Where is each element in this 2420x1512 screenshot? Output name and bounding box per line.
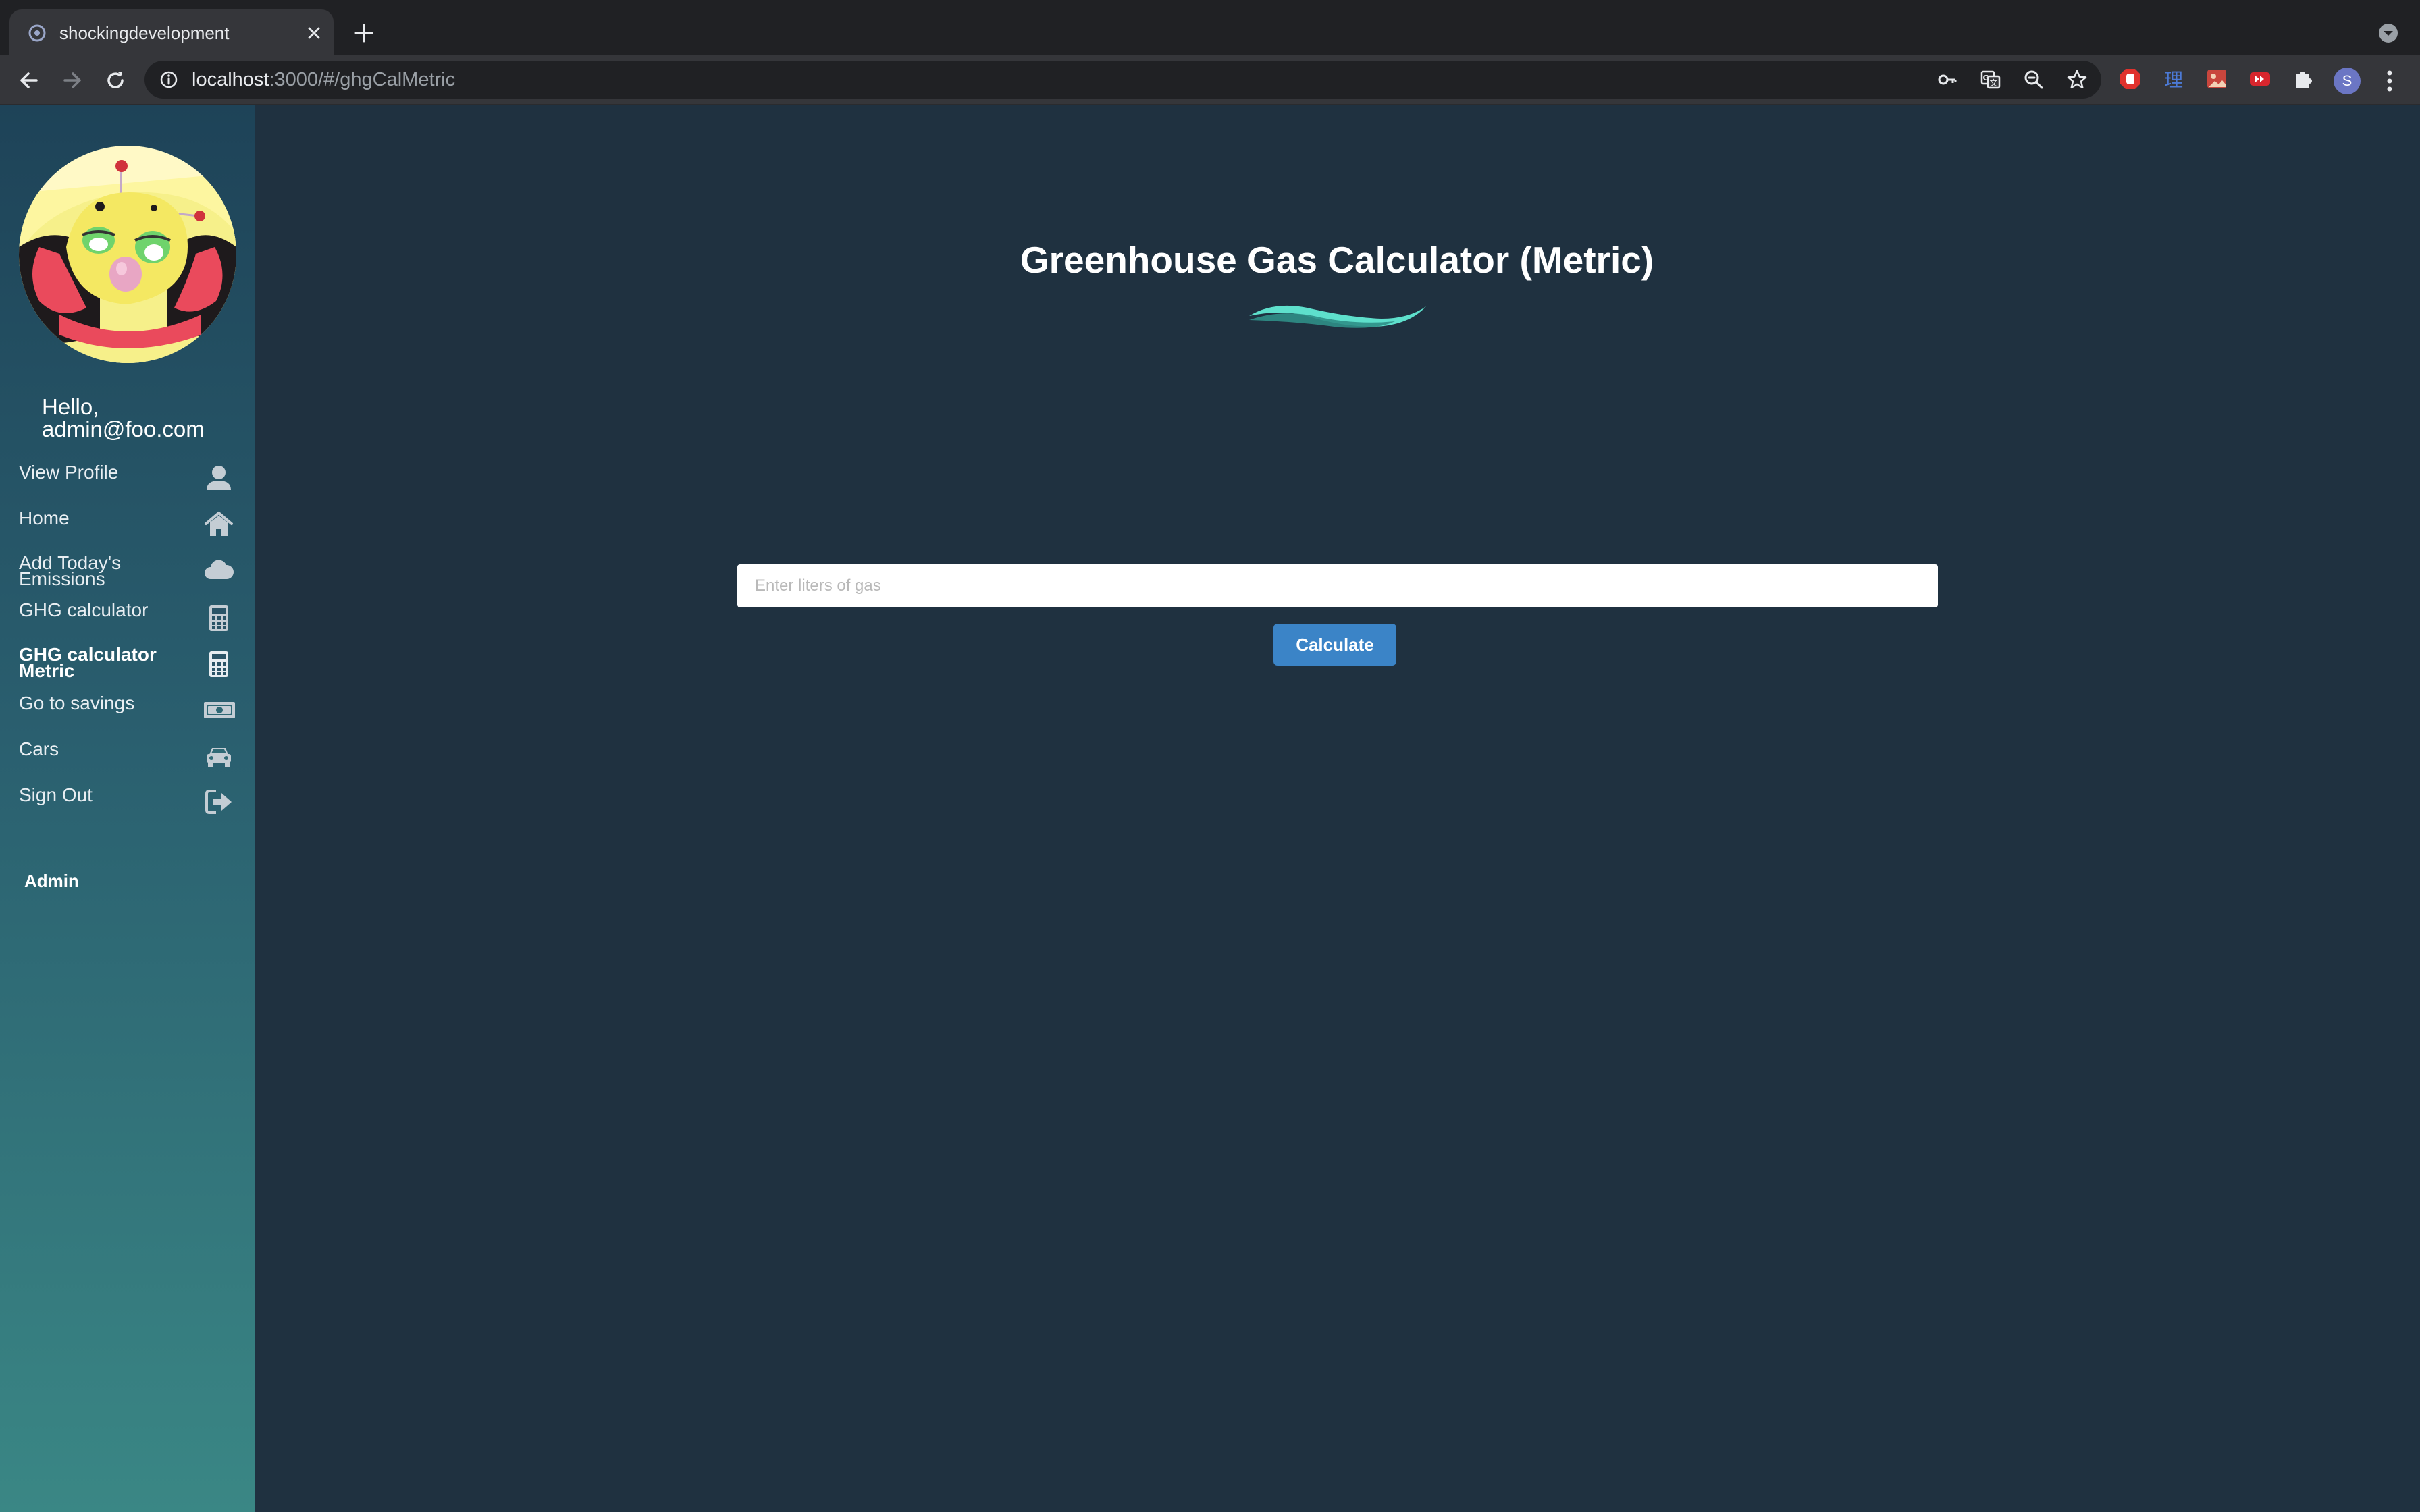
url-text: localhost:3000/#/ghgCalMetric bbox=[192, 68, 455, 91]
browser-tabstrip: shockingdevelopment bbox=[0, 0, 2420, 55]
sidebar-item-savings[interactable]: Go to savings bbox=[0, 686, 255, 729]
adblock-icon[interactable] bbox=[2119, 68, 2142, 90]
browser-tab[interactable]: shockingdevelopment bbox=[9, 9, 334, 55]
url-path: :3000/#/ghgCalMetric bbox=[269, 69, 456, 90]
sidebar-item-label-text: Cars bbox=[19, 738, 59, 759]
money-icon bbox=[204, 702, 235, 718]
sidebar-item-view-profile[interactable]: View Profile bbox=[0, 456, 255, 500]
sidebar-item-label: Sign Out bbox=[19, 784, 93, 805]
calculate-button[interactable]: Calculate bbox=[1273, 624, 1396, 666]
zoom-icon[interactable] bbox=[2023, 69, 2045, 90]
sidebar-item-label: Add Today's Emissions bbox=[19, 554, 121, 589]
sidebar-item-label-text: Sign Out bbox=[19, 784, 93, 805]
sidebar-item-label: Cars bbox=[19, 738, 59, 759]
sidebar-item-add-emissions[interactable]: Add Today's Emissions bbox=[0, 548, 255, 591]
sidebar-item-label-text: GHG calculator bbox=[19, 599, 149, 620]
key-icon[interactable] bbox=[1937, 69, 1958, 90]
translate-icon[interactable]: 文 G bbox=[1980, 69, 2001, 90]
sidebar-item-label-text-2: Metric bbox=[19, 660, 75, 681]
back-icon[interactable] bbox=[16, 68, 42, 93]
sidebar-item-label: GHG calculator Metric bbox=[19, 645, 157, 681]
cloud-icon bbox=[205, 560, 234, 579]
greeting-email: admin@foo.com bbox=[42, 416, 205, 441]
sidebar-item-ghg-calculator-metric[interactable]: GHG calculator Metric bbox=[0, 640, 255, 683]
calculator-icon bbox=[209, 605, 228, 631]
close-tab-icon[interactable] bbox=[304, 23, 324, 43]
liters-gas-input[interactable] bbox=[737, 564, 1938, 608]
sidebar-item-cars[interactable]: Cars bbox=[0, 732, 255, 775]
svg-text:文: 文 bbox=[1989, 78, 1997, 88]
profile-avatar[interactable]: S bbox=[2334, 68, 2361, 94]
calculator-icon bbox=[209, 651, 228, 677]
greeting: Hello, admin@foo.com bbox=[42, 396, 205, 440]
tab-search-icon[interactable] bbox=[2377, 22, 2400, 45]
photo-icon[interactable] bbox=[2205, 68, 2228, 90]
page-title: Greenhouse Gas Calculator (Metric) bbox=[1020, 239, 1654, 281]
new-tab-icon[interactable] bbox=[352, 22, 375, 45]
sidebar-item-label-text: View Profile bbox=[19, 462, 119, 483]
sidebar-item-label: Go to savings bbox=[19, 693, 135, 713]
kanji-icon[interactable]: 理 bbox=[2162, 68, 2185, 90]
puzzle-icon[interactable] bbox=[2292, 68, 2315, 90]
sign-out-icon bbox=[205, 790, 232, 814]
star-icon[interactable] bbox=[2066, 69, 2088, 90]
more-menu-icon[interactable] bbox=[2379, 68, 2400, 94]
browser-toolbar: localhost:3000/#/ghgCalMetric 文 G 理 S bbox=[0, 55, 2420, 105]
home-icon bbox=[205, 512, 233, 536]
svg-text:理: 理 bbox=[2164, 69, 2183, 90]
tab-title: shockingdevelopment bbox=[59, 23, 230, 43]
sidebar-item-home[interactable]: Home bbox=[0, 502, 255, 545]
greeting-hello: Hello, bbox=[42, 394, 99, 419]
sidebar-item-label-text: Home bbox=[19, 508, 70, 529]
svg-text:G: G bbox=[1982, 74, 1989, 82]
favicon-icon bbox=[28, 24, 46, 42]
url-host: localhost bbox=[192, 69, 269, 90]
avatar[interactable] bbox=[19, 146, 236, 363]
address-bar[interactable]: localhost:3000/#/ghgCalMetric 文 G bbox=[144, 61, 2101, 99]
sidebar-item-ghg-calculator[interactable]: GHG calculator bbox=[0, 594, 255, 637]
sidebar-item-sign-out[interactable]: Sign Out bbox=[0, 778, 255, 821]
reload-icon[interactable] bbox=[103, 68, 128, 93]
site-info-icon[interactable] bbox=[159, 70, 178, 89]
car-icon bbox=[207, 748, 231, 767]
admin-link[interactable]: Admin bbox=[24, 871, 79, 892]
sidebar-item-label: Home bbox=[19, 508, 70, 529]
user-icon bbox=[207, 466, 231, 490]
sidebar-item-label-text-2: Emissions bbox=[19, 568, 105, 589]
forward-icon[interactable] bbox=[59, 68, 85, 93]
wave-divider bbox=[1249, 305, 1426, 328]
video-icon[interactable] bbox=[2248, 68, 2271, 90]
sidebar-item-label: GHG calculator bbox=[19, 599, 149, 620]
sidebar: Hello, admin@foo.com View Profile Home A… bbox=[0, 105, 255, 1512]
sidebar-item-label-text: Go to savings bbox=[19, 693, 135, 713]
sidebar-item-label: View Profile bbox=[19, 462, 119, 483]
